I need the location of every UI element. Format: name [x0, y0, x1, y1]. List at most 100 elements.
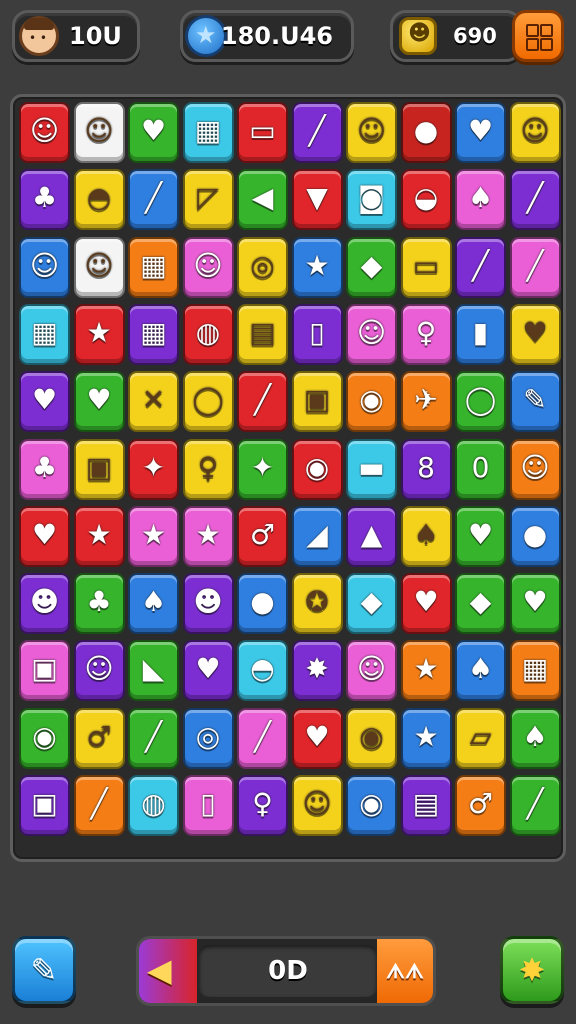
tile-star[interactable]: ★: [182, 505, 234, 567]
tile-face[interactable]: ☺: [291, 775, 343, 836]
tile-bottle[interactable]: ▯: [182, 775, 234, 836]
shuffle-button[interactable]: ᗑᗑ: [377, 939, 433, 1003]
tile-cup[interactable]: ▱: [455, 707, 506, 769]
tile-ball[interactable]: ●: [237, 573, 288, 635]
tile-pepper[interactable]: ╱: [455, 236, 506, 298]
tile-bag[interactable]: ♥: [182, 640, 234, 702]
tile-building[interactable]: ▦: [128, 236, 179, 298]
tile-heart[interactable]: ♥: [509, 573, 561, 635]
menu-button[interactable]: [512, 10, 564, 62]
tile-flower[interactable]: ♠: [455, 640, 506, 702]
tile-burger[interactable]: ◒: [400, 169, 452, 231]
burst-booster-button[interactable]: ✸: [500, 936, 564, 1004]
tile-robot[interactable]: ▣: [73, 438, 125, 500]
tile-hat[interactable]: ▲: [346, 505, 397, 567]
tile-ring[interactable]: ◉: [19, 707, 70, 769]
tile-candy[interactable]: ◆: [455, 573, 506, 635]
tile-cone[interactable]: ▼: [291, 169, 343, 231]
tile-pencil[interactable]: ╱: [237, 707, 288, 769]
tile-heart[interactable]: ♥: [455, 505, 506, 567]
tile-star[interactable]: ★: [291, 236, 343, 298]
tile-eight[interactable]: 8: [400, 438, 452, 500]
tile-ring[interactable]: ◉: [346, 775, 397, 836]
tile-flag[interactable]: ◢: [291, 505, 343, 567]
tile-face[interactable]: ☺: [509, 102, 561, 163]
tile-cake[interactable]: ▤: [237, 303, 288, 365]
tile-lollipop[interactable]: ╱: [128, 169, 179, 231]
tile-arrow[interactable]: ◀: [237, 169, 288, 231]
tile-drop-face[interactable]: ☻: [19, 573, 70, 635]
tile-chicken[interactable]: ♣: [19, 438, 70, 500]
tile-fruit[interactable]: ♣: [73, 573, 125, 635]
tile-candy[interactable]: ◆: [346, 236, 397, 298]
tile-frame[interactable]: ▣: [291, 371, 343, 433]
tile-hook[interactable]: ╱: [509, 775, 561, 836]
tile-slice[interactable]: ◣: [128, 640, 179, 702]
tile-swirl[interactable]: ◉: [346, 371, 397, 433]
tile-mirror[interactable]: ♀: [400, 303, 452, 365]
tile-candy[interactable]: ◆: [346, 573, 397, 635]
tile-heart[interactable]: ♥: [455, 102, 506, 163]
tile-drum[interactable]: ◍: [128, 775, 179, 836]
tile-face[interactable]: ☺: [346, 102, 397, 163]
tile-macaron[interactable]: ◓: [73, 169, 125, 231]
tile-leaf[interactable]: ♠: [509, 707, 561, 769]
tile-icecream[interactable]: ♠: [455, 169, 506, 231]
tile-face[interactable]: ☺: [182, 236, 234, 298]
tile-phone[interactable]: ▤: [400, 775, 452, 836]
tile-plane[interactable]: ✈: [400, 371, 452, 433]
pencil-booster-button[interactable]: ✎: [12, 936, 76, 1004]
tile-face[interactable]: ☺: [19, 102, 70, 163]
tile-store[interactable]: ▦: [128, 303, 179, 365]
tile-tooth[interactable]: ╱: [73, 775, 125, 836]
tile-bar[interactable]: ▬: [346, 438, 397, 500]
tile-face[interactable]: ☺: [73, 102, 125, 163]
tile-face[interactable]: ☺: [73, 236, 125, 298]
tile-box[interactable]: ◙: [346, 169, 397, 231]
tile-jar[interactable]: ▣: [19, 640, 70, 702]
tile-splat[interactable]: ✦: [128, 438, 179, 500]
tile-heart[interactable]: ♥: [19, 505, 70, 567]
tile-button[interactable]: ●: [400, 102, 452, 163]
tile-face[interactable]: ☺: [19, 236, 70, 298]
tile-star[interactable]: ★: [128, 505, 179, 567]
tile-star[interactable]: ★: [73, 505, 125, 567]
tile-store[interactable]: ▦: [509, 640, 561, 702]
tile-leaf[interactable]: ♠: [400, 505, 452, 567]
tile-badge[interactable]: ✪: [291, 573, 343, 635]
tile-bottle[interactable]: ╱: [128, 707, 179, 769]
tile-ring[interactable]: ◯: [182, 371, 234, 433]
tile-swirl[interactable]: ◉: [346, 707, 397, 769]
tile-pen[interactable]: ╱: [237, 371, 288, 433]
tile-cake[interactable]: ▭: [400, 236, 452, 298]
tile-cake[interactable]: ▭: [237, 102, 288, 163]
tile-mirror[interactable]: ♀: [237, 775, 288, 836]
tile-face[interactable]: ☺: [509, 438, 561, 500]
tile-leaf[interactable]: ♠: [128, 573, 179, 635]
tile-heart[interactable]: ♥: [400, 573, 452, 635]
tile-ring[interactable]: ◎: [182, 707, 234, 769]
tile-cone[interactable]: ╱: [509, 236, 561, 298]
tile-burst[interactable]: ✸: [291, 640, 343, 702]
cone-booster[interactable]: ◀: [139, 939, 197, 1003]
tile-mirror[interactable]: ♀: [182, 438, 234, 500]
tile-shop[interactable]: ▦: [19, 303, 70, 365]
tile-burger[interactable]: ◓: [237, 640, 288, 702]
tile-face[interactable]: ☺: [346, 640, 397, 702]
tile-lollipop[interactable]: ♂: [455, 775, 506, 836]
tile-tube[interactable]: ▯: [291, 303, 343, 365]
tile-face[interactable]: ☺: [346, 303, 397, 365]
tile-heart[interactable]: ♥: [73, 371, 125, 433]
tile-star[interactable]: ★: [400, 640, 452, 702]
tile-pacifier[interactable]: ♂: [73, 707, 125, 769]
tile-magnifier[interactable]: ♂: [237, 505, 288, 567]
tile-face[interactable]: ☺: [73, 640, 125, 702]
tile-heart[interactable]: ♥: [291, 707, 343, 769]
tile-star[interactable]: ★: [400, 707, 452, 769]
tile-heart[interactable]: ♥: [128, 102, 179, 163]
tile-ball[interactable]: ●: [509, 505, 561, 567]
tile-star[interactable]: ★: [73, 303, 125, 365]
tile-swirl[interactable]: ◉: [291, 438, 343, 500]
tile-pencil[interactable]: ✎: [509, 371, 561, 433]
tile-pencil[interactable]: ╱: [291, 102, 343, 163]
